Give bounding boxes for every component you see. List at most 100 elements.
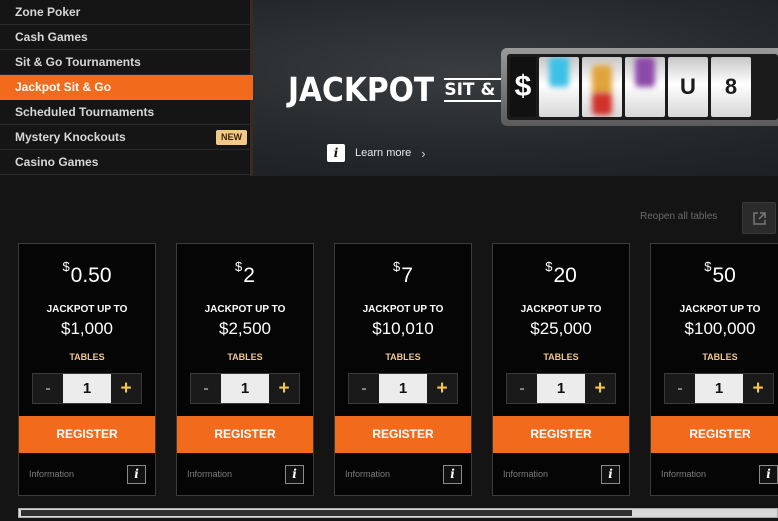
external-link-icon [753, 212, 766, 225]
blur-symbol-icon [635, 57, 655, 87]
menu-item-label: Mystery Knockouts [15, 130, 126, 144]
buyin-value: 0.50 [70, 264, 112, 287]
menu-item-label: Jackpot Sit & Go [15, 80, 112, 94]
menu-item-label: Sit & Go Tournaments [15, 55, 141, 69]
tables-count-input[interactable]: 1 [695, 374, 743, 403]
register-button[interactable]: REGISTER [177, 416, 313, 453]
menu-item-sit-go-tournaments[interactable]: Sit & Go Tournaments [0, 50, 253, 75]
info-icon[interactable]: i [759, 465, 778, 484]
register-button[interactable]: REGISTER [19, 416, 155, 453]
information-label: Information [661, 469, 707, 479]
increment-button[interactable]: + [585, 374, 615, 403]
menu-item-label: Scheduled Tournaments [15, 105, 155, 119]
jackpot-amount: $100,000 [684, 319, 756, 338]
information-label: Information [503, 469, 549, 479]
jackpot-label: JACKPOT UP TO [679, 304, 761, 315]
chevron-right-icon: › [421, 145, 426, 161]
register-button[interactable]: REGISTER [493, 416, 629, 453]
blur-symbol-icon [549, 57, 569, 87]
buyin-card: $2 JACKPOT UP TO $2,500 TABLES - 1 + REG… [176, 243, 314, 496]
increment-button[interactable]: + [427, 374, 457, 403]
jackpot-amount: $1,000 [61, 319, 113, 338]
menu-item-cash-games[interactable]: Cash Games [0, 25, 253, 50]
learn-more-label: Learn more [355, 147, 412, 159]
strawberry-icon [592, 93, 612, 115]
info-icon[interactable]: i [601, 465, 620, 484]
buyin-value: 20 [553, 264, 577, 287]
logo-jackpot-text: JACKPOT [288, 70, 435, 109]
menu-item-zone-poker[interactable]: Zone Poker [0, 0, 253, 25]
buyin-card: $7 JACKPOT UP TO $10,010 TABLES - 1 + RE… [334, 243, 472, 496]
information-label: Information [187, 469, 233, 479]
tables-count-input[interactable]: 1 [221, 374, 269, 403]
decrement-button[interactable]: - [665, 374, 695, 403]
reopen-all-tables-button[interactable] [742, 202, 776, 234]
buyin-amount: $0.50 [19, 259, 155, 288]
tables-stepper: - 1 + [32, 373, 142, 404]
tables-stepper: - 1 + [664, 373, 774, 404]
info-icon[interactable]: i [127, 465, 146, 484]
jackpot-logo: JACKPOT SIT & GO [288, 70, 530, 109]
slot-reel-dollar: $ [510, 57, 536, 117]
info-icon[interactable]: i [443, 465, 462, 484]
buyin-card: $20 JACKPOT UP TO $25,000 TABLES - 1 + R… [492, 243, 630, 496]
jackpot-banner: Zone Poker Cash Games Sit & Go Tournamen… [0, 0, 778, 176]
slot-reels: $ U 8 [507, 54, 778, 120]
increment-button[interactable]: + [269, 374, 299, 403]
horizontal-scrollbar[interactable] [18, 508, 778, 518]
menu-item-casino-games[interactable]: Casino Games [0, 150, 253, 175]
tables-label: TABLES [543, 352, 579, 362]
info-icon: i [327, 144, 345, 162]
menu-item-scheduled-tournaments[interactable]: Scheduled Tournaments [0, 100, 253, 125]
new-badge: NEW [216, 130, 247, 145]
scrollbar-thumb[interactable] [21, 510, 632, 516]
buyin-amount: $2 [177, 259, 313, 288]
decrement-button[interactable]: - [191, 374, 221, 403]
information-row: Information i [661, 465, 778, 485]
slot-reel [539, 57, 579, 117]
information-label: Information [345, 469, 391, 479]
decrement-button[interactable]: - [349, 374, 379, 403]
tables-count-input[interactable]: 1 [63, 374, 111, 403]
slot-reel [582, 57, 622, 117]
increment-button[interactable]: + [743, 374, 773, 403]
register-button[interactable]: REGISTER [335, 416, 471, 453]
menu-item-label: Zone Poker [15, 5, 81, 19]
increment-button[interactable]: + [111, 374, 141, 403]
information-row: Information i [29, 465, 146, 485]
decrement-button[interactable]: - [33, 374, 63, 403]
buyin-amount: $7 [335, 259, 471, 288]
information-row: Information i [345, 465, 462, 485]
jackpot-amount: $10,010 [372, 319, 434, 338]
decrement-button[interactable]: - [507, 374, 537, 403]
info-icon[interactable]: i [285, 465, 304, 484]
slot-reel: U [668, 57, 708, 117]
tables-stepper: - 1 + [506, 373, 616, 404]
currency-symbol: $ [393, 259, 401, 274]
jackpot-label: JACKPOT UP TO [46, 304, 128, 315]
jackpot-amount: $2,500 [219, 319, 271, 338]
menu-item-jackpot-sit-go[interactable]: Jackpot Sit & Go [0, 75, 253, 100]
tables-label: TABLES [702, 352, 738, 362]
jackpot-amount: $25,000 [530, 319, 592, 338]
jackpot-label: JACKPOT UP TO [520, 304, 602, 315]
information-row: Information i [503, 465, 620, 485]
tables-label: TABLES [69, 352, 105, 362]
tables-count-input[interactable]: 1 [537, 374, 585, 403]
game-type-menu: Zone Poker Cash Games Sit & Go Tournamen… [0, 0, 253, 176]
buyin-value: 2 [243, 264, 255, 287]
menu-item-label: Cash Games [15, 30, 88, 44]
buyin-amount: $20 [493, 259, 629, 288]
slot-machine-illustration: $ U 8 [501, 48, 778, 126]
register-button[interactable]: REGISTER [651, 416, 778, 453]
slot-reel: 8 [711, 57, 751, 117]
buyin-value: 7 [401, 264, 413, 287]
tables-stepper: - 1 + [348, 373, 458, 404]
learn-more-link[interactable]: i Learn more › [327, 144, 426, 162]
tables-count-input[interactable]: 1 [379, 374, 427, 403]
tables-label: TABLES [385, 352, 421, 362]
currency-symbol: $ [235, 259, 243, 274]
currency-symbol: $ [62, 259, 70, 274]
slot-reel [625, 57, 665, 117]
menu-item-mystery-knockouts[interactable]: Mystery Knockouts NEW [0, 125, 253, 150]
